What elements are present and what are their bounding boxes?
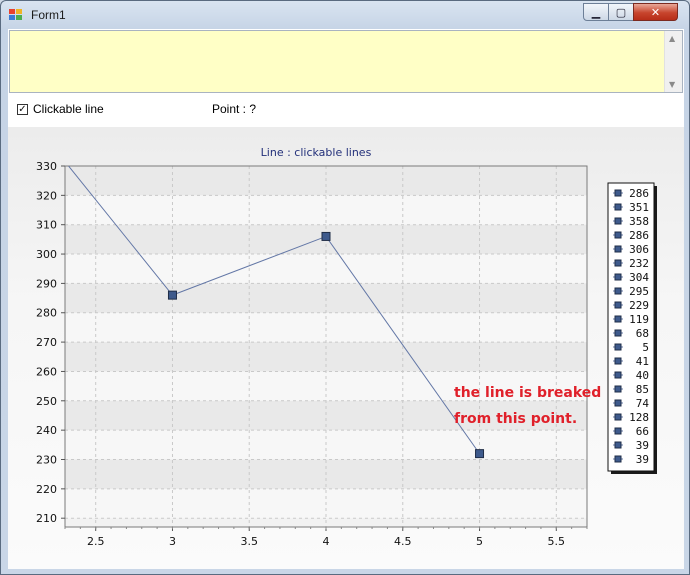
legend-entry-label: 306 bbox=[629, 243, 649, 256]
data-point-marker[interactable] bbox=[167, 290, 177, 300]
x-tick-label: 5.5 bbox=[548, 535, 566, 548]
legend-marker-swatch bbox=[614, 399, 622, 407]
legend-entry-label: 351 bbox=[629, 201, 649, 214]
output-textbox[interactable]: ▲ ▼ bbox=[9, 30, 683, 93]
legend-marker-swatch bbox=[614, 189, 622, 197]
chart-title: Line : clickable lines bbox=[261, 146, 372, 159]
line-chart[interactable]: 210 220 230 240 250 260 270 280 290 300 310 320 330 2… bbox=[8, 127, 684, 569]
y-tick-label: 270 bbox=[36, 336, 57, 349]
legend-marker-swatch bbox=[614, 385, 622, 393]
legend-marker-swatch bbox=[614, 441, 622, 449]
legend-entry-label: 304 bbox=[629, 271, 649, 284]
legend-entry-label: 286 bbox=[629, 187, 649, 200]
legend-marker-swatch bbox=[614, 455, 622, 463]
x-tick-label: 4 bbox=[323, 535, 330, 548]
legend-entry-label: 39 bbox=[636, 439, 649, 452]
close-icon: ✕ bbox=[650, 5, 661, 19]
legend-entry-label: 40 bbox=[636, 369, 649, 382]
y-tick-label: 210 bbox=[36, 512, 57, 525]
clickable-line-label[interactable]: Clickable line bbox=[33, 102, 104, 116]
maximize-button[interactable]: ▢ bbox=[608, 3, 634, 21]
legend-marker-swatch bbox=[614, 287, 622, 295]
x-tick-label: 4.5 bbox=[394, 535, 412, 548]
legend-entry-label: 68 bbox=[636, 327, 649, 340]
scroll-up-arrow-icon[interactable]: ▲ bbox=[669, 34, 675, 43]
annotation-line-1: the line is breaked bbox=[454, 385, 601, 401]
y-tick-label: 250 bbox=[36, 395, 57, 408]
window-title: Form1 bbox=[31, 8, 66, 22]
legend-entry-label: 39 bbox=[636, 453, 649, 466]
legend-entry-label: 286 bbox=[629, 229, 649, 242]
app-window: Form1 ▁ ▢ ✕ ▲ ▼ ✓ Clickable line Point :… bbox=[0, 0, 690, 575]
legend-entry-label: 85 bbox=[636, 383, 649, 396]
legend-marker-swatch bbox=[614, 413, 622, 421]
legend-entry-label: 128 bbox=[629, 411, 649, 424]
y-tick-label: 260 bbox=[36, 365, 57, 378]
chart-area: 210 220 230 240 250 260 270 280 290 300 310 320 330 2… bbox=[8, 127, 684, 569]
legend-marker-swatch bbox=[614, 273, 622, 281]
legend-marker-swatch bbox=[614, 371, 622, 379]
y-tick-label: 230 bbox=[36, 453, 57, 466]
y-tick-label: 330 bbox=[36, 160, 57, 173]
scroll-down-arrow-icon[interactable]: ▼ bbox=[669, 80, 675, 89]
legend-entry-label: 74 bbox=[636, 397, 650, 410]
legend-entry-label: 5 bbox=[642, 341, 649, 354]
legend-marker-swatch bbox=[614, 231, 622, 239]
legend-entry-label: 66 bbox=[636, 425, 649, 438]
x-tick-label: 3.5 bbox=[240, 535, 258, 548]
y-tick-label: 300 bbox=[36, 248, 57, 261]
y-tick-label: 240 bbox=[36, 424, 57, 437]
x-tick-label: 2.5 bbox=[87, 535, 105, 548]
close-button[interactable]: ✕ bbox=[633, 3, 678, 21]
legend-entry-label: 232 bbox=[629, 257, 649, 270]
y-tick-label: 220 bbox=[36, 483, 57, 496]
maximize-icon: ▢ bbox=[615, 5, 627, 19]
legend-marker-swatch bbox=[614, 357, 622, 365]
legend-marker-swatch bbox=[614, 343, 622, 351]
client-area: ▲ ▼ ✓ Clickable line Point : ? 210 220 230… bbox=[8, 29, 684, 569]
y-tick-label: 290 bbox=[36, 277, 57, 290]
textbox-scrollbar[interactable]: ▲ ▼ bbox=[664, 31, 682, 92]
y-tick-label: 320 bbox=[36, 189, 57, 202]
legend-marker-swatch bbox=[614, 203, 622, 211]
options-row: ✓ Clickable line Point : ? bbox=[8, 93, 684, 127]
legend-marker-swatch bbox=[614, 427, 622, 435]
legend-marker-swatch bbox=[614, 315, 622, 323]
x-tick-label: 5 bbox=[476, 535, 483, 548]
point-readout: Point : ? bbox=[212, 102, 257, 116]
data-point-marker[interactable] bbox=[475, 449, 485, 459]
legend-entry-label: 358 bbox=[629, 215, 649, 228]
legend-marker-swatch bbox=[614, 217, 622, 225]
x-tick-label: 3 bbox=[169, 535, 176, 548]
legend-entry-label: 295 bbox=[629, 285, 649, 298]
legend-marker-swatch bbox=[614, 301, 622, 309]
clickable-line-checkbox[interactable]: ✓ bbox=[17, 104, 28, 115]
minimize-icon: ▁ bbox=[591, 5, 601, 19]
annotation-line-2: from this point. bbox=[454, 411, 577, 427]
winforms-app-icon bbox=[9, 9, 22, 20]
y-tick-label: 280 bbox=[36, 307, 57, 320]
legend-marker-swatch bbox=[614, 259, 622, 267]
legend-entry-label: 229 bbox=[629, 299, 649, 312]
y-tick-label: 310 bbox=[36, 219, 57, 232]
minimize-button[interactable]: ▁ bbox=[583, 3, 609, 21]
legend-entry-label: 119 bbox=[629, 313, 649, 326]
data-point-marker[interactable] bbox=[321, 231, 331, 241]
title-bar[interactable]: Form1 ▁ ▢ ✕ bbox=[1, 1, 689, 29]
legend-entry-label: 41 bbox=[636, 355, 649, 368]
legend-marker-swatch bbox=[614, 245, 622, 253]
legend-marker-swatch bbox=[614, 329, 622, 337]
